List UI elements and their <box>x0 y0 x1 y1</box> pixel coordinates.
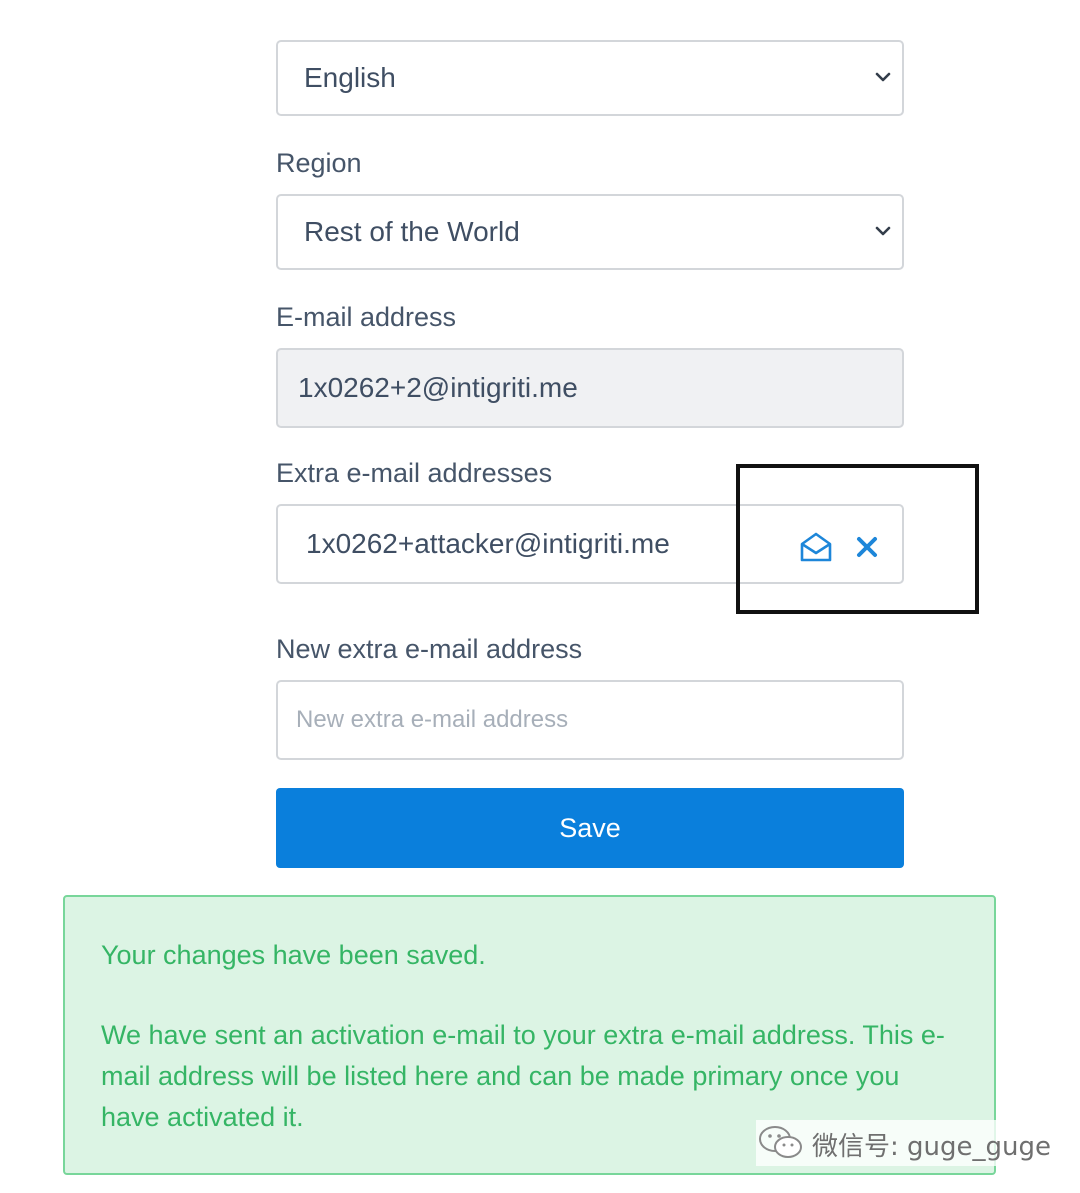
wechat-icon <box>759 1126 802 1158</box>
alert-saved-message: Your changes have been saved. <box>101 940 486 970</box>
region-select[interactable]: Rest of the World <box>276 194 904 270</box>
chevron-down-icon <box>875 226 891 236</box>
email-field: 1x0262+2@intigriti.me <box>276 348 904 428</box>
new-extra-email-input[interactable] <box>276 680 904 760</box>
settings-page: English Region Rest of the World E-mail … <box>0 0 1080 1193</box>
chevron-down-icon <box>875 72 891 82</box>
save-button[interactable]: Save <box>276 788 904 868</box>
extra-email-address: 1x0262+attacker@intigriti.me <box>306 528 670 559</box>
region-select-value: Rest of the World <box>304 216 520 247</box>
wechat-watermark: 微信号: guge_guge <box>756 1120 1056 1166</box>
language-select[interactable]: English <box>276 40 904 116</box>
email-label: E-mail address <box>276 302 457 332</box>
watermark-text: 微信号: guge_guge <box>812 1132 1051 1162</box>
extra-emails-label: Extra e-mail addresses <box>276 458 553 488</box>
email-value: 1x0262+2@intigriti.me <box>298 372 578 403</box>
language-select-value: English <box>304 62 396 93</box>
new-extra-email-label: New extra e-mail address <box>276 634 583 664</box>
region-label: Region <box>276 148 362 178</box>
annotation-highlight-box <box>736 464 979 614</box>
